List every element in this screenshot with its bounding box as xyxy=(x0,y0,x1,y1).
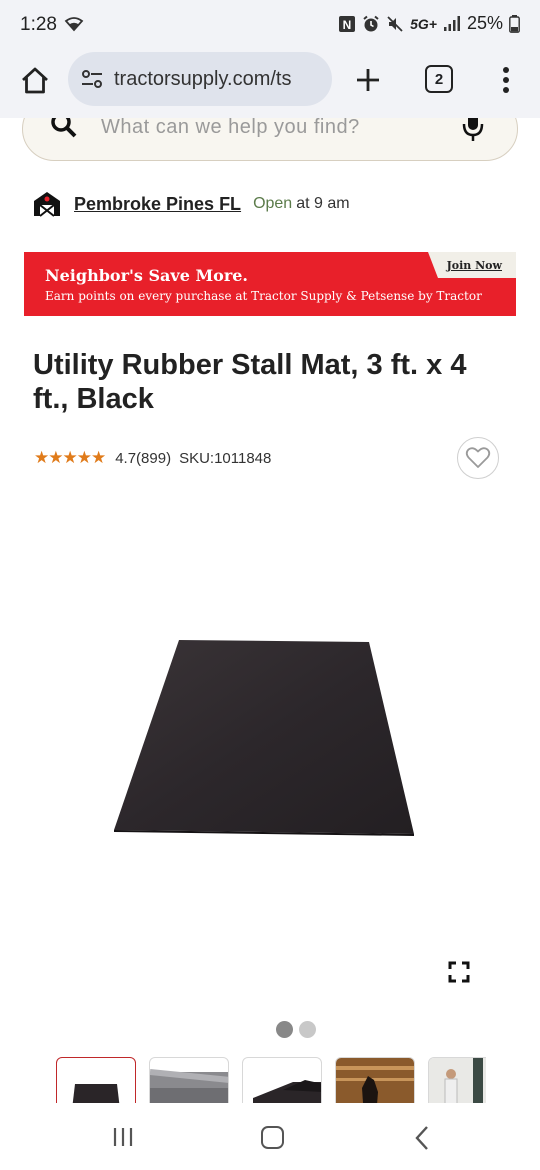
store-hours: at 9 am xyxy=(296,195,350,212)
network-label: 5G+ xyxy=(410,15,437,32)
promo-subtitle: Earn points on every purchase at Tractor… xyxy=(45,289,482,303)
battery-percent: 25% xyxy=(466,13,503,33)
url-text[interactable]: tractorsupply.com/ts xyxy=(114,68,291,91)
thumbnail-image xyxy=(150,1069,228,1103)
search-placeholder: What can we help you find? xyxy=(101,116,360,138)
carousel-dot-2[interactable] xyxy=(299,1021,316,1038)
recent-apps-icon[interactable] xyxy=(112,1126,134,1148)
thumbnail-mat-corner[interactable] xyxy=(242,1057,322,1103)
join-now-link[interactable]: Join Now xyxy=(447,259,502,272)
thumbnail-image xyxy=(336,1058,414,1103)
product-main-image[interactable] xyxy=(110,636,420,836)
rubber-mat-image xyxy=(114,640,414,836)
tab-switcher-button[interactable]: 2 xyxy=(425,65,453,93)
system-nav-bar xyxy=(0,1103,540,1170)
thumbnail-image xyxy=(429,1058,486,1103)
svg-text:N: N xyxy=(343,18,352,32)
signal-icon xyxy=(443,15,461,32)
thumbnail-strip xyxy=(56,1057,486,1103)
store-name[interactable]: Pembroke Pines FL xyxy=(74,194,241,215)
product-title: Utility Rubber Stall Mat, 3 ft. x 4 ft.,… xyxy=(33,349,467,415)
home-button[interactable] xyxy=(18,64,52,98)
plus-icon xyxy=(357,69,379,91)
promo-title: Neighbor's Save More. xyxy=(45,266,248,285)
rating-count[interactable]: 4.7(899) xyxy=(115,450,171,467)
wifi-icon xyxy=(64,16,84,37)
thumbnail-mat-black[interactable] xyxy=(56,1057,136,1103)
browser-toolbar: tractorsupply.com/ts 2 xyxy=(0,50,540,118)
store-barn-icon xyxy=(34,192,60,217)
store-selector[interactable]: Pembroke Pines FL Open at 9 am xyxy=(32,190,350,218)
more-vert-icon xyxy=(503,67,509,93)
home-nav-icon[interactable] xyxy=(261,1126,284,1149)
carousel-dots xyxy=(276,1021,316,1038)
new-tab-button[interactable] xyxy=(352,64,384,96)
home-icon xyxy=(22,67,48,94)
thumbnail-image xyxy=(253,1080,321,1103)
address-bar[interactable]: tractorsupply.com/ts xyxy=(68,52,332,106)
rating-row[interactable]: ★★★★★ 4.7(899) SKU:1011848 xyxy=(34,448,271,468)
store-open-status: Open xyxy=(253,195,293,212)
thumbnail-image xyxy=(72,1084,120,1103)
fullscreen-button[interactable] xyxy=(448,961,470,983)
rating-stars[interactable]: ★★★★★ xyxy=(34,448,106,468)
thumbnail-horse-stall[interactable] xyxy=(335,1057,415,1103)
product-sku: SKU:1011848 xyxy=(179,449,272,467)
battery-icon xyxy=(509,14,520,33)
alarm-icon xyxy=(362,15,380,33)
expand-icon xyxy=(448,961,470,983)
nfc-icon: N xyxy=(338,15,356,33)
thumbnail-mat-texture[interactable] xyxy=(149,1057,229,1103)
status-bar: 1:28 N 5G+ 25% xyxy=(0,0,540,50)
rewards-promo-banner[interactable]: Join Now Neighbor's Save More. Earn poin… xyxy=(24,252,516,316)
site-settings-icon[interactable] xyxy=(80,67,104,91)
heart-icon xyxy=(465,447,491,468)
carousel-dot-1[interactable] xyxy=(276,1021,293,1038)
browser-menu-button[interactable] xyxy=(496,64,516,96)
status-time: 1:28 xyxy=(20,14,57,35)
wishlist-button[interactable] xyxy=(457,437,499,479)
back-icon[interactable] xyxy=(414,1125,430,1151)
thumbnail-person-stall[interactable] xyxy=(428,1057,486,1103)
mute-icon xyxy=(386,15,404,33)
